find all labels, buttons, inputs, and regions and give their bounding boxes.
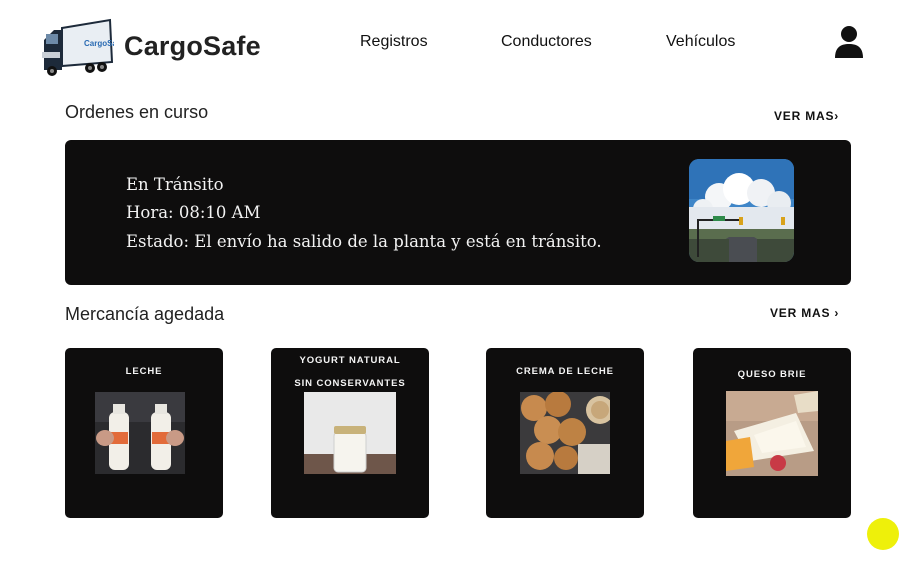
- logo-text: CargoSafe: [84, 39, 114, 48]
- order-status: En Tránsito: [126, 175, 224, 194]
- brand-logo[interactable]: CargoSafe: [40, 18, 125, 78]
- cheese-image: [726, 391, 818, 476]
- product-label-line-1: YOGURT NATURAL: [299, 355, 401, 366]
- product-card-yogurt[interactable]: YOGURT NATURAL SIN CONSERVANTES: [271, 348, 429, 518]
- nav-conductores[interactable]: Conductores: [501, 33, 592, 51]
- orders-see-more-link[interactable]: VER MAS›: [774, 109, 839, 123]
- product-label: CREMA DE LECHE: [516, 366, 614, 377]
- yogurt-jar-image: [304, 392, 396, 474]
- order-card[interactable]: En Tránsito Hora: 08:10 AM Estado: El en…: [65, 140, 851, 285]
- order-state: Estado: El envío ha salido de la planta …: [126, 232, 602, 251]
- order-time: Hora: 08:10 AM: [126, 203, 261, 222]
- product-card-leche[interactable]: LECHE: [65, 348, 223, 518]
- product-label: QUESO BRIE: [737, 369, 807, 380]
- product-card-crema[interactable]: CREMA DE LECHE: [486, 348, 644, 518]
- milk-bottles-image: [95, 392, 185, 474]
- merch-section-title: Mercancía agedada: [65, 304, 225, 324]
- road-photo: [689, 159, 794, 262]
- product-card-queso-brie[interactable]: QUESO BRIE: [693, 348, 851, 518]
- user-icon[interactable]: [833, 25, 865, 59]
- product-label: LECHE: [125, 366, 163, 377]
- nav-registros[interactable]: Registros: [360, 33, 428, 51]
- pastries-image: [520, 392, 610, 474]
- merch-see-more-link[interactable]: VER MAS ›: [770, 306, 839, 320]
- brand-name: CargoSafe: [124, 31, 261, 61]
- floating-action-button[interactable]: [867, 518, 899, 550]
- truck-logo-icon: CargoSafe: [42, 18, 125, 76]
- orders-section-title: Ordenes en curso: [65, 102, 209, 122]
- nav-vehiculos[interactable]: Vehículos: [666, 33, 735, 51]
